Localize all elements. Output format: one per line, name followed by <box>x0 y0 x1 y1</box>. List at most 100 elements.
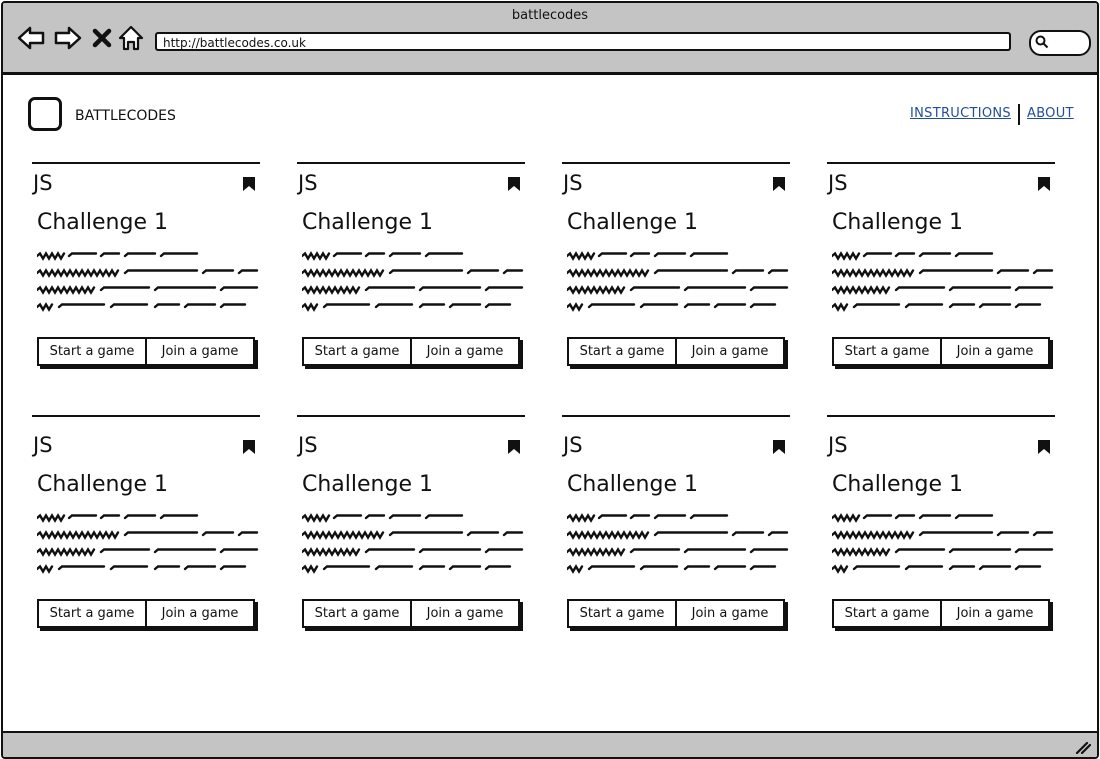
browser-search-field[interactable] <box>1029 30 1091 56</box>
home-icon[interactable] <box>117 24 145 52</box>
start-game-button[interactable]: Start a game <box>569 601 675 626</box>
scribble-line <box>332 252 363 258</box>
scribble-line <box>237 269 259 275</box>
scribble-line <box>683 303 711 309</box>
scribble-line <box>567 302 584 312</box>
scribble-line <box>37 285 96 295</box>
bookmark-icon[interactable] <box>1038 440 1050 454</box>
join-game-button[interactable]: Join a game <box>145 601 253 626</box>
bookmark-icon[interactable] <box>773 440 785 454</box>
url-bar[interactable]: http://battlecodes.co.uk <box>155 32 1011 51</box>
card-divider <box>297 162 525 164</box>
card-actions: Start a game Join a game <box>37 337 255 366</box>
scribble-line <box>918 269 994 275</box>
nav-link-instructions[interactable]: INSTRUCTIONS <box>910 106 1011 121</box>
bookmark-icon[interactable] <box>243 440 255 454</box>
join-game-button[interactable]: Join a game <box>410 601 518 626</box>
scribble-line <box>364 548 416 554</box>
nav-link-about[interactable]: ABOUT <box>1027 106 1074 121</box>
scribble-line <box>302 564 319 574</box>
card-description-placeholder <box>567 513 789 574</box>
scribble-line <box>749 548 789 554</box>
scribble-line <box>918 514 952 520</box>
scribble-line <box>159 514 199 520</box>
scribble-line <box>683 565 711 571</box>
card-description-placeholder <box>37 251 259 312</box>
card-divider <box>32 415 260 417</box>
join-game-button[interactable]: Join a game <box>145 339 253 364</box>
scribble-line <box>37 547 96 557</box>
close-icon[interactable] <box>91 24 113 52</box>
scribble-line <box>918 531 994 537</box>
join-game-button[interactable]: Join a game <box>410 339 518 364</box>
scribble-line <box>484 303 512 309</box>
scribble-line <box>502 269 524 275</box>
scribble-line <box>749 303 777 309</box>
start-game-button[interactable]: Start a game <box>569 339 675 364</box>
bookmark-icon[interactable] <box>1038 177 1050 191</box>
scribble-line <box>418 303 446 309</box>
start-game-button[interactable]: Start a game <box>304 601 410 626</box>
join-game-button[interactable]: Join a game <box>940 339 1048 364</box>
scribble-line <box>424 514 464 520</box>
search-icon <box>1035 35 1049 49</box>
scribble-line <box>683 286 747 292</box>
scribble-line <box>567 564 584 574</box>
scribble-line <box>587 565 636 571</box>
card-title: Challenge 1 <box>832 472 963 497</box>
scribble-line <box>567 285 626 295</box>
scribble-line <box>466 531 500 537</box>
challenge-card: JS Challenge 1 Start a game Join a game <box>32 415 260 630</box>
scribble-line <box>832 547 891 557</box>
card-actions: Start a game Join a game <box>302 337 520 366</box>
scribble-line <box>767 269 789 275</box>
scribble-line <box>653 514 687 520</box>
start-game-button[interactable]: Start a game <box>304 339 410 364</box>
scribble-line <box>364 252 386 258</box>
challenge-card: JS Challenge 1 Start a game Join a game <box>827 415 1055 630</box>
scribble-line <box>302 268 385 278</box>
join-game-button[interactable]: Join a game <box>675 339 783 364</box>
challenge-card: JS Challenge 1 Start a game Join a game <box>297 415 525 630</box>
bookmark-icon[interactable] <box>508 440 520 454</box>
bookmark-icon[interactable] <box>508 177 520 191</box>
start-game-button[interactable]: Start a game <box>834 339 940 364</box>
back-arrow-icon[interactable] <box>16 24 46 52</box>
start-game-button[interactable]: Start a game <box>39 339 145 364</box>
card-description-placeholder <box>832 513 1054 574</box>
scribble-line <box>996 531 1030 537</box>
scribble-line <box>374 565 414 571</box>
scribble-line <box>302 251 331 261</box>
scribble-line <box>1032 269 1054 275</box>
scribble-line <box>448 565 482 571</box>
resize-grip-icon[interactable] <box>1075 740 1091 754</box>
scribble-line <box>67 514 98 520</box>
start-game-button[interactable]: Start a game <box>834 601 940 626</box>
card-actions: Start a game Join a game <box>302 599 520 628</box>
browser-statusbar <box>3 731 1097 757</box>
scribble-line <box>484 548 524 554</box>
scribble-line <box>219 286 259 292</box>
scribble-line <box>587 303 636 309</box>
card-language: JS <box>563 171 583 195</box>
start-game-button[interactable]: Start a game <box>39 601 145 626</box>
scribble-line <box>689 514 729 520</box>
scribble-line <box>219 548 259 554</box>
join-game-button[interactable]: Join a game <box>940 601 1048 626</box>
scribble-line <box>302 547 361 557</box>
card-actions: Start a game Join a game <box>37 599 255 628</box>
bookmark-icon[interactable] <box>243 177 255 191</box>
bookmark-icon[interactable] <box>773 177 785 191</box>
card-description-placeholder <box>302 251 524 312</box>
challenge-card: JS Challenge 1 Start a game Join a game <box>32 162 260 377</box>
scribble-line <box>388 514 422 520</box>
card-title: Challenge 1 <box>567 210 698 235</box>
forward-arrow-icon[interactable] <box>53 24 83 52</box>
scribble-line <box>484 565 512 571</box>
scribble-line <box>954 514 994 520</box>
scribble-line <box>388 269 464 275</box>
scribble-line <box>374 303 414 309</box>
card-title: Challenge 1 <box>832 210 963 235</box>
join-game-button[interactable]: Join a game <box>675 601 783 626</box>
card-title: Challenge 1 <box>302 210 433 235</box>
